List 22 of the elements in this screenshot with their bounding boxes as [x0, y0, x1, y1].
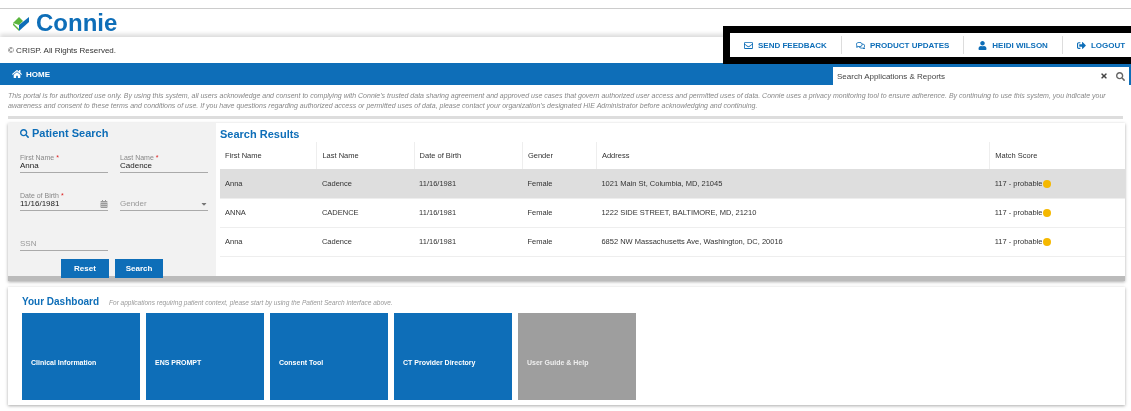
- search-bar[interactable]: Search Applications & Reports: [833, 67, 1129, 85]
- search-icon[interactable]: [1116, 71, 1125, 81]
- user-icon: [978, 40, 988, 50]
- panel-title: Patient Search: [20, 127, 204, 139]
- home-link[interactable]: HOME: [12, 69, 50, 79]
- logout-icon: [1076, 40, 1086, 50]
- logo-text: Connie: [36, 9, 118, 37]
- close-icon[interactable]: [1100, 72, 1108, 80]
- envelope-icon: [744, 40, 753, 50]
- copyright-text: © CRISP. All Rights Reserved.: [8, 45, 116, 55]
- dashboard-title: Your Dashboard: [22, 296, 100, 307]
- header-link[interactable]: HEIDI WILSON: [963, 36, 1062, 54]
- home-icon: [12, 69, 22, 79]
- search-button[interactable]: Search: [115, 259, 163, 278]
- header-link[interactable]: LOGOUT: [1061, 36, 1131, 54]
- search-icon: [20, 128, 29, 138]
- chat-bubbles-icon: [855, 40, 865, 50]
- header-link[interactable]: PRODUCT UPDATES: [840, 36, 964, 54]
- header-link[interactable]: SEND FEEDBACK: [730, 36, 841, 54]
- reset-button[interactable]: Reset: [61, 259, 109, 278]
- calendar-icon[interactable]: [100, 199, 108, 208]
- results-title: Search Results: [220, 128, 301, 140]
